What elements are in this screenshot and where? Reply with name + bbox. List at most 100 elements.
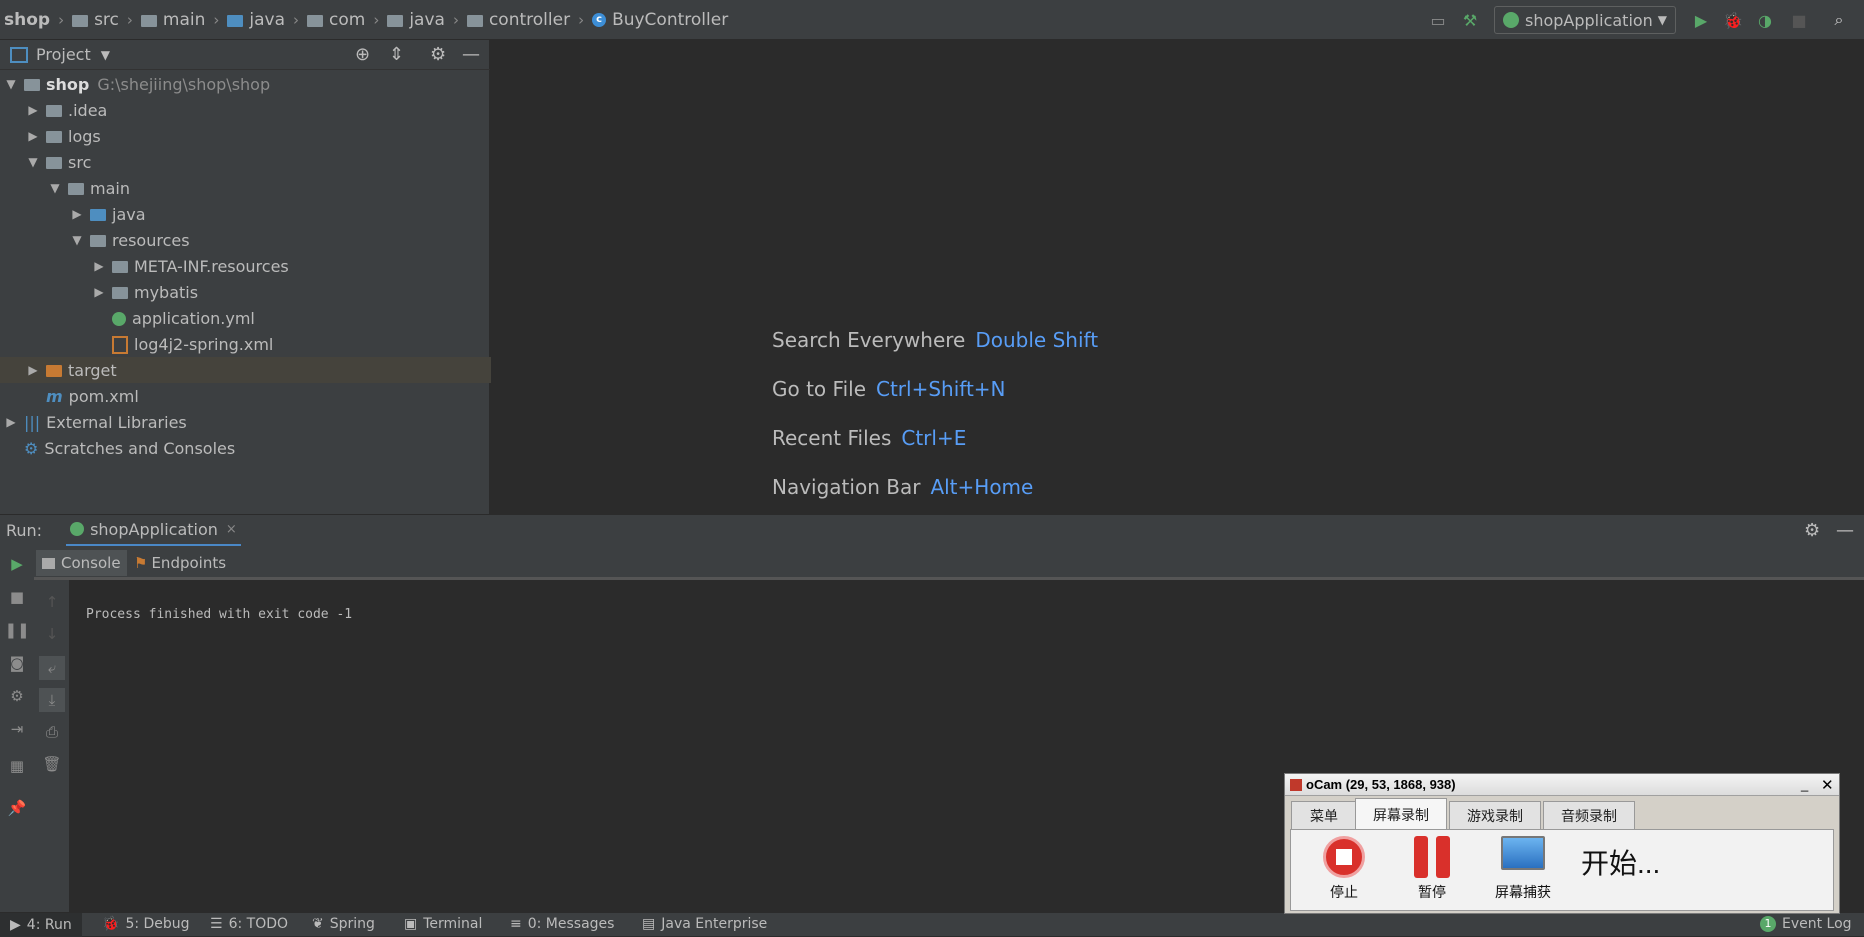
tree-item[interactable]: ▶ ||| External Libraries xyxy=(0,409,493,435)
toolwindow-event-log[interactable]: 1 Event Log xyxy=(1760,916,1852,932)
minimize-icon[interactable]: _ xyxy=(1801,777,1808,792)
tree-item[interactable]: ▼ main xyxy=(0,175,537,201)
ocam-window: oCam (29, 53, 1868, 938) _ ✕ 菜单 屏幕录制 游戏录… xyxy=(1284,773,1840,914)
soft-wrap-icon[interactable]: ⤶ xyxy=(39,656,65,680)
excluded-folder-icon xyxy=(46,365,62,377)
ocam-stop-button[interactable]: 停止 xyxy=(1309,836,1379,906)
breadcrumb-item[interactable]: java › xyxy=(387,10,459,30)
run-icon[interactable]: ▶ xyxy=(1690,9,1712,31)
breadcrumb-item[interactable]: src › xyxy=(72,10,133,30)
build-hammer-icon[interactable]: ⚒ xyxy=(1459,9,1481,31)
toolwindow-debug[interactable]: 🐞 5: Debug xyxy=(102,916,190,932)
collapse-arrow-icon[interactable]: ▶ xyxy=(26,103,40,117)
ocam-pause-button[interactable]: 暂停 xyxy=(1397,836,1467,906)
event-count-badge: 1 xyxy=(1760,916,1776,932)
editor-hint: Search Everywhere Double Shift xyxy=(772,328,1098,352)
breadcrumb-item[interactable]: java › xyxy=(227,10,299,30)
tree-item[interactable]: m pom.xml xyxy=(0,383,535,409)
pin-icon[interactable]: 📌 xyxy=(7,798,27,818)
toolwindow-run[interactable]: ▶ 4: Run xyxy=(0,913,82,937)
tab-console[interactable]: Console xyxy=(36,550,127,576)
toolwindow-messages[interactable]: ≡ 0: Messages xyxy=(510,916,614,932)
expand-arrow-icon[interactable]: ▼ xyxy=(4,77,18,91)
tree-item[interactable]: ▼ resources xyxy=(0,227,559,253)
ocam-tab-label: 音频录制 xyxy=(1561,808,1617,824)
toolwindow-todo[interactable]: ☰ 6: TODO xyxy=(210,916,288,932)
project-view-select[interactable]: Project xyxy=(36,45,91,64)
breadcrumb-item[interactable]: com › xyxy=(307,10,379,30)
run-icon: ▶ xyxy=(10,917,21,933)
collapse-arrow-icon[interactable]: ▶ xyxy=(26,129,40,143)
up-arrow-icon[interactable]: ↑ xyxy=(42,592,62,612)
expand-arrow-icon[interactable]: ▼ xyxy=(70,233,84,247)
stop-icon[interactable]: ■ xyxy=(1788,9,1810,31)
tree-item[interactable]: ▼ src xyxy=(0,149,515,175)
print-icon[interactable]: ⎙ xyxy=(42,722,62,742)
settings-icon[interactable]: ⚙ xyxy=(7,686,27,706)
ocam-screenshot-button[interactable]: 屏幕捕获 xyxy=(1483,836,1563,906)
ocam-tab-screen-record[interactable]: 屏幕录制 xyxy=(1355,798,1447,831)
layout-icon[interactable]: ▦ xyxy=(7,756,27,776)
tree-item[interactable]: ▶ target xyxy=(0,357,515,383)
debug-icon[interactable]: 🐞 xyxy=(1722,9,1744,31)
ocam-tab-game-record[interactable]: 游戏录制 xyxy=(1449,801,1541,830)
layout-icon[interactable]: ▭ xyxy=(1427,9,1449,31)
tab-endpoints[interactable]: ⚑ Endpoints xyxy=(128,550,232,576)
toolwindow-terminal[interactable]: ▣ Terminal xyxy=(404,916,482,932)
monitor-icon xyxy=(1501,836,1545,870)
locate-icon[interactable]: ⊕ xyxy=(355,44,370,65)
collapse-arrow-icon[interactable]: ▶ xyxy=(70,207,84,221)
search-icon[interactable]: ⌕ xyxy=(1828,9,1850,31)
maven-icon: m xyxy=(46,386,63,406)
tree-item[interactable]: ▶ logs xyxy=(0,123,515,149)
toolwindow-spring[interactable]: ❦ Spring xyxy=(312,916,375,932)
breadcrumb-label: java xyxy=(249,9,286,30)
tree-item-root[interactable]: ▼ shop G:\shejiing\shop\shop xyxy=(0,71,493,97)
console-icon xyxy=(42,557,55,569)
tree-item-label: Scratches and Consoles xyxy=(44,438,236,458)
collapse-arrow-icon[interactable]: ▶ xyxy=(92,285,106,299)
ocam-tab-audio-record[interactable]: 音频录制 xyxy=(1543,801,1635,830)
chevron-down-icon[interactable]: ▼ xyxy=(101,48,110,62)
ocam-tab-menu[interactable]: 菜单 xyxy=(1291,801,1357,830)
exit-icon[interactable]: ⇥ xyxy=(7,719,27,739)
breadcrumb-item[interactable]: main › xyxy=(140,10,219,30)
tree-item-label: main xyxy=(90,178,130,198)
hint-label: Search Everywhere xyxy=(772,328,966,352)
minimize-icon[interactable]: — xyxy=(462,44,480,65)
collapse-arrow-icon[interactable]: ▶ xyxy=(4,415,18,429)
collapse-all-icon[interactable]: ⇕ xyxy=(389,44,404,65)
package-icon xyxy=(307,14,324,27)
gear-icon[interactable]: ⚙ xyxy=(1804,520,1820,541)
trash-icon[interactable]: 🗑 xyxy=(42,754,62,774)
down-arrow-icon[interactable]: ↓ xyxy=(42,624,62,644)
tree-item[interactable]: ▶ .idea xyxy=(0,97,515,123)
breadcrumb-label: java xyxy=(409,9,445,30)
close-icon[interactable]: × xyxy=(226,522,237,537)
tree-item-label: External Libraries xyxy=(46,412,187,432)
camera-icon[interactable]: ◙ xyxy=(7,653,27,673)
breadcrumb-item[interactable]: controller › xyxy=(466,10,584,30)
expand-arrow-icon[interactable]: ▼ xyxy=(26,155,40,169)
tree-item[interactable]: ▶ java xyxy=(0,201,559,227)
collapse-arrow-icon[interactable]: ▶ xyxy=(26,363,40,377)
collapse-arrow-icon[interactable]: ▶ xyxy=(92,259,106,273)
tree-item-label: META-INF.resources xyxy=(134,256,289,276)
breadcrumb-item[interactable]: c BuyController xyxy=(592,10,728,30)
ocam-app-icon xyxy=(1290,778,1302,791)
tree-item[interactable]: ⚙ Scratches and Consoles xyxy=(0,435,513,461)
stop-icon[interactable]: ■ xyxy=(7,587,27,607)
minimize-icon[interactable]: — xyxy=(1836,520,1854,541)
rerun-icon[interactable]: ▶ xyxy=(7,554,27,574)
scroll-to-end-icon[interactable]: ⤓ xyxy=(39,688,65,712)
close-icon[interactable]: ✕ xyxy=(1821,776,1834,794)
pause-icon[interactable]: ❚❚ xyxy=(4,620,29,640)
tool-window-bar: ▶ 4: Run 🐞 5: Debug ☰ 6: TODO ❦ Spring ▣ Term… xyxy=(0,912,1864,937)
expand-arrow-icon[interactable]: ▼ xyxy=(48,181,62,195)
run-tab-shopapplication[interactable]: shopApplication × xyxy=(66,515,241,547)
breadcrumb-item[interactable]: shop › xyxy=(4,10,64,30)
run-config-select[interactable]: shopApplication ▼ xyxy=(1494,6,1676,34)
gear-icon[interactable]: ⚙ xyxy=(430,44,446,65)
toolwindow-java-enterprise[interactable]: ▤ Java Enterprise xyxy=(642,916,767,932)
coverage-icon[interactable]: ◑ xyxy=(1754,9,1776,31)
